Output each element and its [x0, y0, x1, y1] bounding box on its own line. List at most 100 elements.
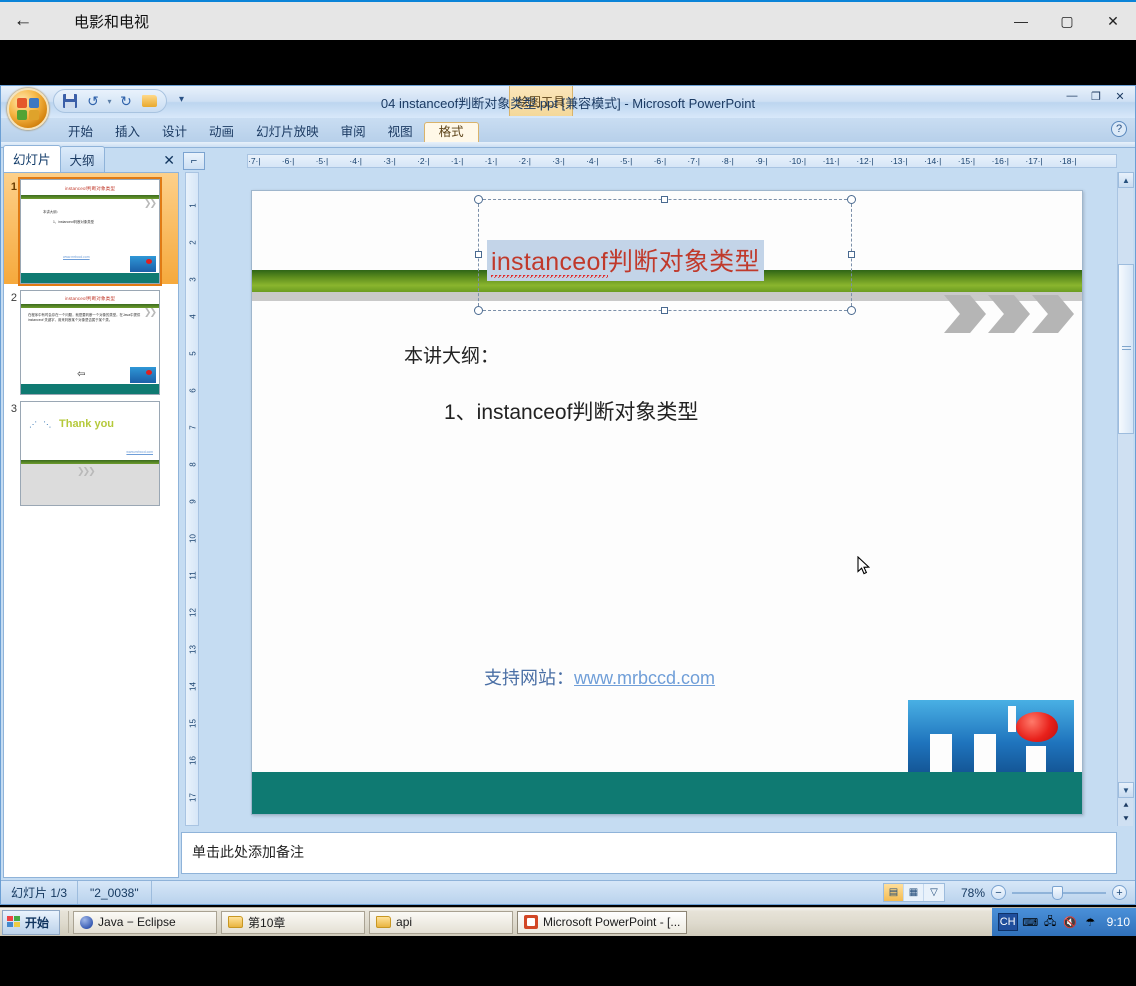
resize-handle-ne[interactable]: [847, 195, 856, 204]
powerpoint-titlebar: ↺ ▾ ↻ ▾ 绘图工具 04 instanceof判断对象类型.ppt [兼容…: [1, 86, 1135, 130]
host-maximize-button[interactable]: ▢: [1044, 1, 1090, 41]
thumb-body: 本讲大纲：: [43, 210, 60, 214]
support-site-link[interactable]: www.mrbccd.com: [574, 668, 715, 688]
resize-handle-nw[interactable]: [474, 195, 483, 204]
slide-thumbnail-2[interactable]: instanceof判断对象类型 ❯❯ 在程序中有时会存在一个问题，就是要判断一…: [20, 290, 160, 395]
slide-thumbnail-3[interactable]: ⋰ ⋱ Thank you www.mrbccd.com ❯❯❯: [20, 401, 160, 506]
list-item[interactable]: 3 ⋰ ⋱ Thank you www.mrbccd.com ❯❯❯: [4, 395, 178, 506]
tab-design[interactable]: 设计: [151, 123, 198, 143]
vertical-ruler[interactable]: 123456789101112131415161718: [181, 172, 203, 826]
ruler-tick: 4: [188, 314, 198, 319]
thumbnail-number: 2: [10, 292, 17, 304]
resize-handle-s[interactable]: [661, 307, 668, 314]
help-icon[interactable]: ?: [1111, 121, 1127, 137]
resize-handle-n[interactable]: [661, 196, 668, 203]
host-close-button[interactable]: ✕: [1090, 1, 1136, 41]
ruler-tick: ·7·|: [248, 156, 261, 166]
mr-logo-icon: [908, 700, 1074, 778]
close-pane-icon[interactable]: ✕: [163, 152, 175, 169]
ruler-tick: ·14·|: [924, 156, 942, 166]
tab-review[interactable]: 审阅: [330, 123, 377, 143]
taskbar-divider: [68, 911, 70, 933]
taskbar-item-powerpoint[interactable]: Microsoft PowerPoint - [...: [517, 910, 688, 934]
taskbar-item-eclipse[interactable]: Java − Eclipse: [73, 910, 218, 934]
title-text-prefix: instanceof: [491, 248, 608, 280]
eclipse-icon: [80, 915, 94, 929]
tab-outline[interactable]: 大纲: [59, 146, 105, 172]
current-slide[interactable]: instanceof判断对象类型 本讲大纲： 1、instanceof判断对象类…: [251, 190, 1083, 815]
ruler-tick: 6: [188, 388, 198, 393]
tab-view[interactable]: 视图: [377, 123, 424, 143]
horizontal-ruler[interactable]: ⌐ ·7·| ·6·| ·5·| ·4·| ·3·| ·2·| ·1·| ·1·| ·2·| ·3…: [181, 150, 1117, 172]
zoom-slider-thumb[interactable]: [1052, 886, 1063, 900]
zoom-slider[interactable]: [1012, 885, 1106, 900]
ruler-tick: 10: [188, 534, 198, 543]
ppt-close-button[interactable]: ✕: [1109, 88, 1131, 104]
taskbar-item-label: api: [396, 915, 413, 929]
thumb-logo-icon: [130, 256, 156, 272]
zoom-level: 78%: [960, 885, 985, 900]
slide-counter: 幻灯片 1/3: [11, 886, 68, 900]
body-text-line-1[interactable]: 本讲大纲：: [404, 341, 499, 368]
resize-handle-sw[interactable]: [474, 306, 483, 315]
slide-canvas[interactable]: instanceof判断对象类型 本讲大纲： 1、instanceof判断对象类…: [203, 172, 1117, 826]
thumbnail-list[interactable]: 1 instanceof判断对象类型 ❯❯ 本讲大纲： 1、instanceof…: [3, 172, 179, 878]
scrollbar-thumb[interactable]: [1118, 264, 1134, 434]
system-tray: CH ⌨ 🖧 🔇 ☂ 9:10: [991, 907, 1136, 937]
ppt-minimize-button[interactable]: —: [1061, 88, 1083, 104]
zoom-out-button[interactable]: −: [991, 885, 1006, 900]
ruler-tick: 14: [188, 682, 198, 691]
ruler-tick: 11: [188, 571, 198, 580]
normal-view-button[interactable]: ▤: [884, 884, 904, 901]
zoom-in-button[interactable]: +: [1112, 885, 1127, 900]
resize-handle-e[interactable]: [848, 251, 855, 258]
umbrella-icon[interactable]: ☂: [1083, 915, 1098, 930]
host-window-controls: — ▢ ✕: [998, 1, 1136, 41]
resize-handle-se[interactable]: [847, 306, 856, 315]
folder-icon: [228, 916, 244, 928]
tab-animations[interactable]: 动画: [198, 123, 245, 143]
title-text[interactable]: instanceof判断对象类型: [487, 240, 764, 281]
ruler-tick: ·1·|: [450, 156, 464, 166]
thumbnail-number: 1: [10, 181, 17, 193]
notes-pane[interactable]: 单击此处添加备注: [181, 832, 1117, 874]
start-button[interactable]: 开始: [2, 909, 61, 935]
taskbar-item-folder-chapter10[interactable]: 第10章: [221, 910, 366, 934]
support-site-line: 支持网站：www.mrbccd.com: [484, 664, 715, 690]
taskbar: 开始 Java − Eclipse 第10章 api Microsoft Pow…: [0, 907, 1136, 937]
office-orb-button[interactable]: [7, 88, 49, 130]
list-item[interactable]: 1 instanceof判断对象类型 ❯❯ 本讲大纲： 1、instanceof…: [4, 173, 178, 286]
network-icon[interactable]: 🖧: [1043, 915, 1058, 930]
tab-format[interactable]: 格式: [423, 121, 479, 142]
taskbar-clock[interactable]: 9:10: [1103, 915, 1130, 929]
chevron-decoration-icon: [944, 295, 1074, 333]
previous-slide-button[interactable]: ⯅: [1118, 798, 1134, 812]
tab-home[interactable]: 开始: [57, 123, 104, 143]
slide-sorter-button[interactable]: ▦: [904, 884, 924, 901]
ruler-tick: 9: [188, 499, 198, 504]
vertical-scrollbar[interactable]: ▲ ▼ ⯅ ⯆: [1117, 172, 1134, 826]
scroll-up-button[interactable]: ▲: [1118, 172, 1134, 188]
title-placeholder[interactable]: instanceof判断对象类型: [474, 195, 856, 315]
slide-thumbnail-1[interactable]: instanceof判断对象类型 ❯❯ 本讲大纲： 1、instanceof判断…: [18, 177, 162, 286]
resize-handle-w[interactable]: [475, 251, 482, 258]
scroll-down-button[interactable]: ▼: [1118, 782, 1134, 798]
keyboard-icon[interactable]: ⌨: [1022, 915, 1038, 930]
tab-slides[interactable]: 幻灯片: [3, 145, 61, 172]
tab-stop-selector-icon[interactable]: ⌐: [183, 152, 205, 170]
next-slide-button[interactable]: ⯆: [1118, 812, 1134, 826]
host-minimize-button[interactable]: —: [998, 1, 1044, 41]
slideshow-button[interactable]: ▽: [924, 884, 944, 901]
back-arrow-icon[interactable]: ←: [0, 1, 46, 41]
tab-slideshow[interactable]: 幻灯片放映: [245, 123, 330, 143]
ime-indicator[interactable]: CH: [997, 913, 1018, 931]
ruler-tick: ·4·|: [586, 156, 599, 166]
tab-insert[interactable]: 插入: [104, 123, 151, 143]
taskbar-item-folder-api[interactable]: api: [369, 910, 514, 934]
ruler-tick: ·3·|: [383, 156, 396, 166]
ppt-restore-button[interactable]: ❐: [1085, 88, 1107, 104]
list-item[interactable]: 2 instanceof判断对象类型 ❯❯ 在程序中有时会存在一个问题，就是要判…: [4, 284, 178, 395]
body-text-line-2[interactable]: 1、instanceof判断对象类型: [444, 396, 698, 426]
ribbon-tab-strip: 开始 插入 设计 动画 幻灯片放映 审阅 视图 格式 ?: [1, 118, 1135, 142]
volume-muted-icon[interactable]: 🔇: [1063, 915, 1078, 930]
